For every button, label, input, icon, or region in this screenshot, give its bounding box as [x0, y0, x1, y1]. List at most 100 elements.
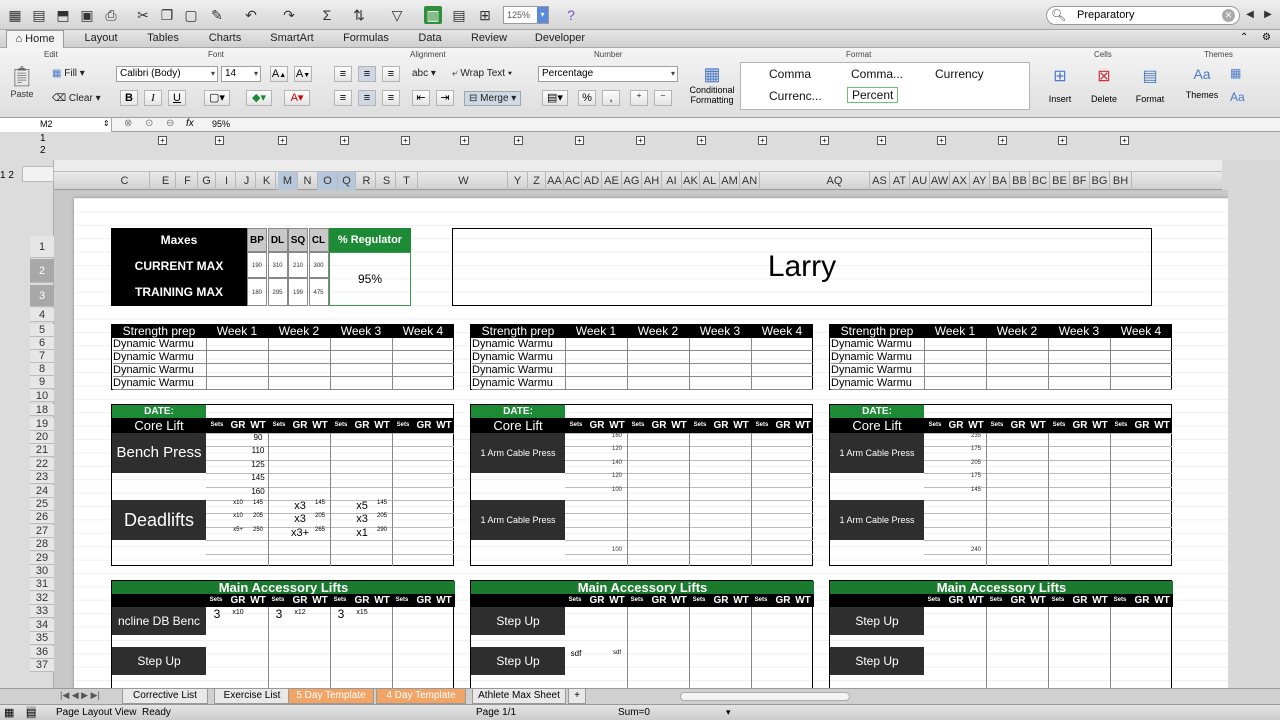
column-header[interactable]: W [420, 172, 508, 190]
paste-button[interactable]: 📋︎ Paste [8, 64, 36, 104]
core-weight[interactable]: 145 [966, 487, 986, 493]
select-all-corner[interactable] [22, 166, 54, 182]
outline-expand-icon[interactable]: + [758, 136, 767, 145]
accessory-reps[interactable]: x10 [228, 609, 248, 616]
column-header[interactable]: K [258, 172, 276, 190]
number-format-select[interactable]: Percentage ▾ [538, 66, 678, 82]
tab-review[interactable]: Review [466, 30, 512, 48]
column-header[interactable]: BH [1110, 172, 1132, 190]
prep-cell[interactable] [751, 377, 813, 390]
chevron-down-icon[interactable]: ▾ [726, 707, 731, 718]
column-header[interactable]: AX [950, 172, 970, 190]
core-weight[interactable]: 240 [966, 547, 986, 553]
autosum-icon[interactable]: Σ [318, 6, 336, 24]
first-sheet-icon[interactable]: |◀ ◀ ▶ ▶| [60, 690, 100, 701]
deadlift-cell[interactable]: 145 [372, 500, 392, 506]
core-lift-name[interactable]: 1 Arm Cable Press [830, 500, 924, 540]
prep-cell[interactable] [924, 338, 986, 351]
next-icon[interactable]: ▶ [1259, 6, 1277, 24]
prep-cell[interactable] [392, 338, 454, 351]
tab-smartart[interactable]: SmartArt [264, 30, 320, 48]
prep-cell[interactable] [924, 364, 986, 377]
prep-cell[interactable] [268, 351, 330, 364]
style-comma[interactable]: Comma [769, 67, 811, 81]
current-max-value[interactable]: 310 [267, 252, 288, 278]
prep-cell[interactable] [1110, 338, 1172, 351]
column-header[interactable]: AK [682, 172, 700, 190]
prep-item[interactable]: Dynamic Warmu [472, 338, 565, 351]
prep-cell[interactable] [1048, 338, 1110, 351]
shrink-font-button[interactable]: A▼ [294, 66, 312, 82]
tab-tables[interactable]: Tables [140, 30, 186, 48]
prep-cell[interactable] [689, 338, 751, 351]
prep-cell[interactable] [986, 338, 1048, 351]
core-weight[interactable]: 100 [607, 547, 627, 553]
grow-font-button[interactable]: A▲ [270, 66, 288, 82]
bench-weight[interactable]: 110 [248, 446, 268, 455]
column-header[interactable]: F [178, 172, 198, 190]
column-header[interactable]: AN [740, 172, 760, 190]
column-header[interactable]: E [156, 172, 176, 190]
row-header[interactable]: 27 [30, 525, 54, 538]
align-right-button[interactable]: ≡ [382, 90, 400, 106]
bench-weight[interactable]: 90 [248, 433, 268, 442]
prep-cell[interactable] [206, 338, 268, 351]
text-orientation-button[interactable]: abc ▾ [412, 68, 436, 79]
outline-level-2[interactable]: 2 [40, 145, 46, 156]
outline-expand-icon[interactable]: + [937, 136, 946, 145]
tab-formulas[interactable]: Formulas [338, 30, 394, 48]
zoom-select[interactable]: 125% ▾ [503, 6, 549, 24]
prep-cell[interactable] [924, 377, 986, 390]
merge-button[interactable]: ⊟ Merge ▾ [464, 91, 522, 106]
column-header[interactable]: R [358, 172, 376, 190]
outline-expand-icon[interactable]: + [1120, 136, 1129, 145]
prep-cell[interactable] [330, 351, 392, 364]
row-header[interactable]: 3 [30, 285, 54, 307]
prep-cell[interactable] [330, 377, 392, 390]
deadlift-cell[interactable]: 290 [372, 527, 392, 533]
core-lift-name[interactable]: 1 Arm Cable Press [471, 500, 565, 540]
ribbon-options-icon[interactable]: ⚙ [1262, 32, 1271, 43]
prep-item[interactable]: Dynamic Warmu [113, 338, 206, 351]
search-field[interactable]: 🔍︎ ✕ [1046, 6, 1240, 25]
clear-search-icon[interactable]: ✕ [1222, 9, 1235, 22]
templates-icon[interactable]: ▤ [30, 6, 48, 24]
row-header[interactable]: 21 [30, 444, 54, 457]
core-lift-name[interactable]: 1 Arm Cable Press [471, 433, 565, 473]
column-header[interactable]: AY [970, 172, 990, 190]
outline-expand-icon[interactable]: + [636, 136, 645, 145]
row-header[interactable]: 26 [30, 511, 54, 524]
outline-expand-icon[interactable]: + [215, 136, 224, 145]
font-color-button[interactable]: A▾ [284, 90, 310, 106]
underline-button[interactable]: U [168, 90, 186, 106]
row-header[interactable]: 7 [30, 350, 54, 363]
accessory-lift-name[interactable]: Step Up [471, 607, 565, 635]
column-header[interactable]: AH [642, 172, 662, 190]
normal-view-icon[interactable]: ▦ [4, 706, 14, 719]
row-header[interactable]: 18 [30, 404, 54, 416]
column-header[interactable]: AW [930, 172, 950, 190]
cancel-icon[interactable]: ⊗ [124, 118, 132, 129]
outline-row-levels[interactable]: 1 2 [0, 170, 14, 181]
deadlift-cell[interactable]: 205 [310, 513, 330, 519]
sheet-tab-4-day-template[interactable]: 4 Day Template [376, 689, 466, 704]
prep-item[interactable]: Dynamic Warmu [113, 351, 206, 364]
row-header[interactable]: 37 [30, 659, 54, 672]
increase-indent-button[interactable]: ⇥ [436, 90, 454, 106]
fx-label[interactable]: fx [186, 118, 194, 129]
deadlift-cell[interactable]: 265 [310, 527, 330, 533]
fill-color-button[interactable]: ◆▾ [246, 90, 272, 106]
bench-weight[interactable]: 125 [248, 460, 268, 469]
bench-weight[interactable]: 160 [248, 487, 268, 496]
prep-item[interactable]: Dynamic Warmu [831, 338, 924, 351]
prep-cell[interactable] [627, 351, 689, 364]
prep-cell[interactable] [268, 338, 330, 351]
enter-icon[interactable]: ⊙ [145, 118, 153, 129]
prep-cell[interactable] [206, 351, 268, 364]
prep-cell[interactable] [268, 377, 330, 390]
deadlift-cell[interactable]: x3 [352, 513, 372, 525]
column-header[interactable]: N [298, 172, 318, 190]
column-header[interactable]: G [198, 172, 216, 190]
prep-item[interactable]: Dynamic Warmu [472, 377, 565, 390]
prep-cell[interactable] [751, 338, 813, 351]
